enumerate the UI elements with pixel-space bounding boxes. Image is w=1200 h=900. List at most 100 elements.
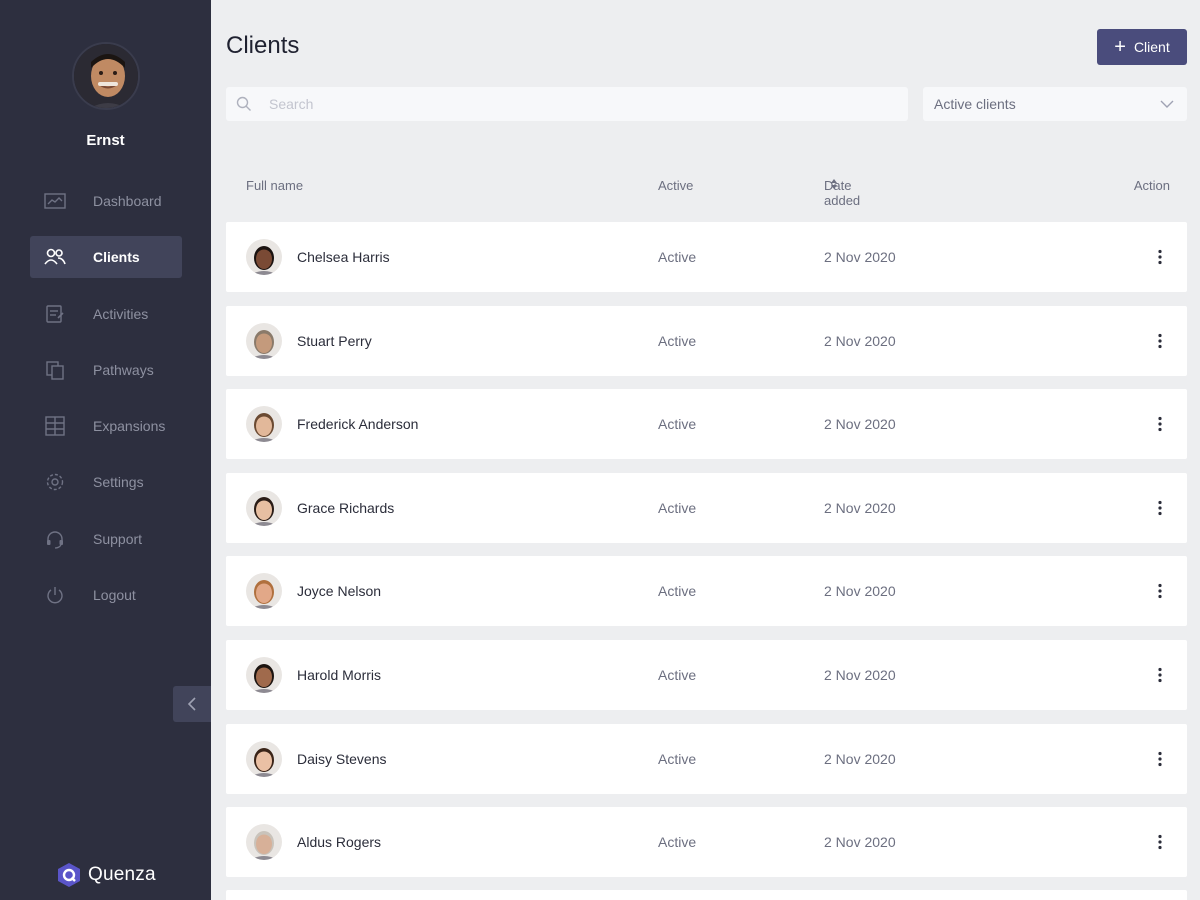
more-vertical-icon bbox=[1158, 751, 1162, 766]
search-input[interactable] bbox=[269, 96, 869, 112]
chart-icon bbox=[42, 190, 68, 212]
sidebar-item-label: Pathways bbox=[93, 361, 154, 378]
table-header: Full name Active Date added Action bbox=[226, 178, 1187, 208]
row-actions-button[interactable] bbox=[1153, 580, 1167, 602]
row-actions-button[interactable] bbox=[1153, 497, 1167, 519]
gear-icon bbox=[42, 471, 68, 493]
users-icon bbox=[42, 246, 68, 268]
sidebar-item-label: Logout bbox=[93, 587, 136, 604]
row-actions-button[interactable] bbox=[1153, 413, 1167, 435]
table-row[interactable]: Frederick Anderson Active 2 Nov 2020 bbox=[226, 389, 1187, 460]
client-name[interactable]: Joyce Nelson bbox=[297, 583, 381, 599]
collapse-sidebar-button[interactable] bbox=[173, 686, 211, 722]
power-icon bbox=[42, 584, 68, 606]
row-actions-button[interactable] bbox=[1153, 664, 1167, 686]
add-client-button[interactable]: + Client bbox=[1097, 29, 1187, 65]
client-avatar bbox=[246, 406, 282, 443]
table-row[interactable]: Grace Richards Active 2 Nov 2020 bbox=[226, 472, 1187, 543]
client-avatar bbox=[246, 322, 282, 359]
client-date-added: 2 Nov 2020 bbox=[824, 249, 896, 265]
more-vertical-icon bbox=[1158, 835, 1162, 850]
column-header-date[interactable]: Date added bbox=[824, 178, 860, 208]
more-vertical-icon bbox=[1158, 500, 1162, 515]
user-name: Ernst bbox=[86, 132, 125, 149]
client-name[interactable]: Daisy Stevens bbox=[297, 751, 386, 767]
row-actions-button[interactable] bbox=[1153, 246, 1167, 268]
table-row[interactable]: Daisy Stevens Active 2 Nov 2020 bbox=[226, 723, 1187, 794]
more-vertical-icon bbox=[1158, 249, 1162, 265]
sidebar-item-label: Activities bbox=[93, 305, 149, 322]
client-status: Active bbox=[658, 499, 697, 516]
sidebar-item-activities[interactable]: Activities bbox=[30, 293, 182, 335]
sidebar-item-logout[interactable]: Logout bbox=[30, 574, 182, 616]
sidebar-item-expansions[interactable]: Expansions bbox=[30, 405, 182, 447]
client-table-body: Chelsea Harris Active 2 Nov 2020 Stuart … bbox=[226, 222, 1187, 891]
client-date-added: 2 Nov 2020 bbox=[824, 583, 896, 600]
client-date-added: 2 Nov 2020 bbox=[824, 332, 896, 349]
row-actions-button[interactable] bbox=[1153, 330, 1167, 352]
client-avatar bbox=[246, 824, 282, 861]
sidebar-item-label: Dashboard bbox=[93, 193, 162, 209]
sidebar: Ernst Dashboard Clients Activities Pathw… bbox=[0, 0, 211, 900]
client-avatar bbox=[246, 489, 282, 526]
more-vertical-icon bbox=[1158, 667, 1162, 683]
client-date-added: 2 Nov 2020 bbox=[824, 666, 896, 683]
chevron-down-icon bbox=[1160, 100, 1174, 108]
sidebar-item-label: Expansions bbox=[93, 418, 166, 435]
client-avatar bbox=[246, 573, 282, 610]
table-row[interactable]: Stuart Perry Active 2 Nov 2020 bbox=[226, 305, 1187, 376]
row-actions-button[interactable] bbox=[1153, 831, 1167, 853]
sidebar-item-settings[interactable]: Settings bbox=[30, 461, 182, 503]
grid-icon bbox=[42, 415, 68, 437]
client-status: Active bbox=[658, 416, 697, 433]
sidebar-item-clients[interactable]: Clients bbox=[30, 236, 182, 279]
search-icon bbox=[236, 96, 251, 111]
client-name[interactable]: Harold Morris bbox=[297, 667, 381, 683]
brand-name: Quenza bbox=[88, 864, 156, 885]
filter-selected-value: Active clients bbox=[934, 96, 1016, 112]
row-actions-button[interactable] bbox=[1153, 748, 1167, 770]
client-name[interactable]: Grace Richards bbox=[297, 500, 394, 516]
avatar[interactable] bbox=[72, 42, 140, 110]
column-header-action: Action bbox=[1133, 178, 1170, 193]
column-header-active[interactable]: Active bbox=[658, 178, 693, 193]
sidebar-nav: Dashboard Clients Activities Pathways Ex… bbox=[30, 180, 182, 630]
sidebar-item-label: Settings bbox=[93, 474, 144, 491]
client-name[interactable]: Stuart Perry bbox=[297, 333, 372, 349]
client-status: Active bbox=[658, 249, 697, 265]
column-header-name[interactable]: Full name bbox=[246, 178, 303, 193]
client-status: Active bbox=[658, 834, 697, 851]
page-title: Clients bbox=[226, 32, 300, 59]
user-avatar-image bbox=[74, 44, 138, 108]
plus-icon: + bbox=[1114, 36, 1126, 58]
client-date-added: 2 Nov 2020 bbox=[824, 834, 896, 851]
table-row[interactable]: Joyce Nelson Active 2 Nov 2020 bbox=[226, 556, 1187, 627]
client-date-added: 2 Nov 2020 bbox=[824, 416, 896, 433]
client-avatar bbox=[246, 740, 282, 777]
sidebar-item-label: Support bbox=[93, 530, 143, 547]
table-row[interactable]: Aldus Rogers Active 2 Nov 2020 bbox=[226, 807, 1187, 878]
client-date-added: 2 Nov 2020 bbox=[824, 750, 896, 767]
sidebar-item-dashboard[interactable]: Dashboard bbox=[30, 180, 182, 222]
client-filter-select[interactable]: Active clients bbox=[923, 87, 1187, 121]
chevron-left-icon bbox=[187, 697, 196, 711]
more-vertical-icon bbox=[1158, 584, 1162, 599]
client-status: Active bbox=[658, 750, 697, 767]
client-status: Active bbox=[658, 583, 697, 600]
client-name[interactable]: Aldus Rogers bbox=[297, 834, 381, 850]
client-name[interactable]: Chelsea Harris bbox=[297, 249, 390, 265]
clipboard-icon bbox=[42, 303, 68, 325]
sidebar-item-support[interactable]: Support bbox=[30, 518, 182, 560]
column-header-date-label: Date added bbox=[824, 178, 861, 208]
quenza-logo-icon bbox=[58, 863, 80, 887]
table-row[interactable]: Chelsea Harris Active 2 Nov 2020 bbox=[226, 222, 1187, 292]
client-avatar bbox=[246, 656, 282, 693]
sidebar-item-label: Clients bbox=[93, 249, 140, 266]
more-vertical-icon bbox=[1158, 333, 1162, 348]
client-status: Active bbox=[658, 666, 697, 683]
client-date-added: 2 Nov 2020 bbox=[824, 499, 896, 516]
sidebar-item-pathways[interactable]: Pathways bbox=[30, 349, 182, 391]
search-bar bbox=[226, 87, 908, 121]
client-name[interactable]: Frederick Anderson bbox=[297, 416, 418, 432]
table-row[interactable]: Harold Morris Active 2 Nov 2020 bbox=[226, 639, 1187, 710]
